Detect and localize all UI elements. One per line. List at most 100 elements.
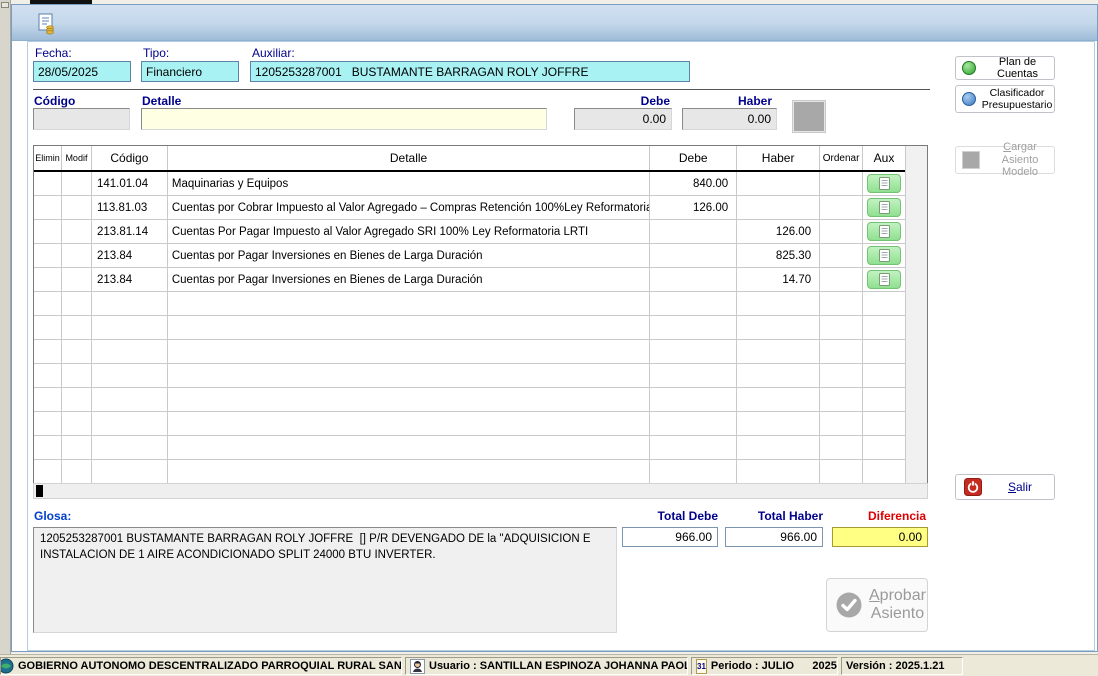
plan-de-cuentas-button[interactable]: Plan de Cuentas bbox=[955, 56, 1055, 80]
cell-ordenar[interactable] bbox=[820, 196, 863, 219]
entry-lines-table: Elimin Modif Código Detalle Debe Haber O… bbox=[33, 145, 928, 485]
cell-elimin[interactable] bbox=[34, 364, 62, 387]
header-debe: Debe bbox=[650, 146, 737, 170]
gray-square-icon bbox=[962, 151, 980, 169]
aux-detail-button[interactable] bbox=[867, 270, 901, 289]
cell-elimin[interactable] bbox=[34, 268, 62, 291]
cell-ordenar[interactable] bbox=[820, 172, 863, 195]
cell-elimin[interactable] bbox=[34, 292, 62, 315]
cell-codigo bbox=[92, 436, 168, 459]
cell-codigo bbox=[92, 364, 168, 387]
cell-debe bbox=[650, 220, 737, 243]
cell-detalle bbox=[168, 436, 650, 459]
diferencia-input[interactable] bbox=[832, 527, 928, 547]
new-entry-document-icon[interactable] bbox=[34, 11, 58, 40]
cell-ordenar[interactable] bbox=[820, 292, 863, 315]
glosa-textarea[interactable]: 1205253287001 BUSTAMANTE BARRAGAN ROLY J… bbox=[33, 527, 617, 633]
cell-modif[interactable] bbox=[62, 388, 92, 411]
cell-debe bbox=[650, 316, 737, 339]
table-horizontal-scrollbar[interactable] bbox=[33, 483, 928, 499]
table-row[interactable] bbox=[34, 292, 905, 316]
aux-detail-button[interactable] bbox=[867, 174, 901, 193]
cell-modif[interactable] bbox=[62, 172, 92, 195]
cell-ordenar[interactable] bbox=[820, 340, 863, 363]
cell-modif[interactable] bbox=[62, 316, 92, 339]
cell-ordenar[interactable] bbox=[820, 268, 863, 291]
table-row[interactable] bbox=[34, 316, 905, 340]
table-row[interactable]: 113.81.03 Cuentas por Cobrar Impuesto al… bbox=[34, 196, 905, 220]
cell-detalle bbox=[168, 412, 650, 435]
cell-elimin[interactable] bbox=[34, 220, 62, 243]
table-row[interactable]: 213.84 Cuentas por Pagar Inversiones en … bbox=[34, 268, 905, 292]
cell-elimin[interactable] bbox=[34, 436, 62, 459]
total-debe-input[interactable] bbox=[622, 527, 718, 547]
cell-modif[interactable] bbox=[62, 268, 92, 291]
cell-elimin[interactable] bbox=[34, 388, 62, 411]
cell-modif[interactable] bbox=[62, 412, 92, 435]
cell-modif[interactable] bbox=[62, 364, 92, 387]
debe-input[interactable] bbox=[574, 108, 672, 130]
cell-ordenar[interactable] bbox=[820, 316, 863, 339]
salir-button[interactable]: Salir bbox=[955, 474, 1055, 500]
haber-input[interactable] bbox=[682, 108, 777, 130]
cell-modif[interactable] bbox=[62, 460, 92, 483]
aux-detail-button[interactable] bbox=[867, 198, 901, 217]
add-line-button[interactable] bbox=[792, 100, 826, 133]
tipo-input[interactable] bbox=[141, 61, 239, 82]
period-text: Periodo : JULIO 2025 bbox=[711, 660, 837, 672]
version-text: Versión : 2025.1.21 bbox=[846, 660, 944, 672]
cell-elimin[interactable] bbox=[34, 196, 62, 219]
aprobar-asiento-button[interactable]: Aprobar Asiento bbox=[826, 578, 928, 632]
green-sphere-icon bbox=[962, 61, 976, 75]
cell-ordenar[interactable] bbox=[820, 460, 863, 483]
total-haber-input[interactable] bbox=[725, 527, 823, 547]
codigo-input[interactable] bbox=[33, 108, 130, 130]
cell-ordenar[interactable] bbox=[820, 412, 863, 435]
cell-elimin[interactable] bbox=[34, 244, 62, 267]
table-row[interactable]: 213.81.14 Cuentas Por Pagar Impuesto al … bbox=[34, 220, 905, 244]
auxiliar-input[interactable] bbox=[250, 61, 690, 82]
table-row[interactable] bbox=[34, 364, 905, 388]
cell-ordenar[interactable] bbox=[820, 220, 863, 243]
cell-ordenar[interactable] bbox=[820, 244, 863, 267]
cell-ordenar[interactable] bbox=[820, 364, 863, 387]
cell-elimin[interactable] bbox=[34, 172, 62, 195]
cell-elimin[interactable] bbox=[34, 316, 62, 339]
table-row[interactable]: 213.84 Cuentas por Pagar Inversiones en … bbox=[34, 244, 905, 268]
cell-modif[interactable] bbox=[62, 196, 92, 219]
cell-modif[interactable] bbox=[62, 436, 92, 459]
cell-ordenar[interactable] bbox=[820, 388, 863, 411]
cell-ordenar[interactable] bbox=[820, 436, 863, 459]
cell-debe: 126.00 bbox=[650, 196, 737, 219]
table-row[interactable] bbox=[34, 436, 905, 460]
collapsed-window-control[interactable] bbox=[1, 2, 9, 8]
fecha-input[interactable] bbox=[33, 61, 131, 82]
detalle-input[interactable] bbox=[141, 108, 547, 130]
cell-codigo bbox=[92, 388, 168, 411]
table-vertical-scrollbar[interactable] bbox=[905, 146, 927, 484]
table-row[interactable] bbox=[34, 340, 905, 364]
scrollbar-thumb[interactable] bbox=[36, 485, 43, 497]
cell-codigo: 213.84 bbox=[92, 244, 168, 267]
cell-modif[interactable] bbox=[62, 244, 92, 267]
cell-codigo bbox=[92, 412, 168, 435]
aprobar-label-line1: Aprobar bbox=[869, 587, 926, 605]
clasificador-presupuestario-button[interactable]: Clasificador Presupuestario bbox=[955, 85, 1055, 113]
table-row[interactable] bbox=[34, 460, 905, 484]
aux-detail-button[interactable] bbox=[867, 222, 901, 241]
cell-modif[interactable] bbox=[62, 220, 92, 243]
table-row[interactable]: 141.01.04 Maquinarias y Equipos 840.00 bbox=[34, 172, 905, 196]
cell-elimin[interactable] bbox=[34, 460, 62, 483]
aux-detail-button[interactable] bbox=[867, 246, 901, 265]
cell-elimin[interactable] bbox=[34, 412, 62, 435]
cell-elimin[interactable] bbox=[34, 340, 62, 363]
cell-detalle bbox=[168, 316, 650, 339]
table-row[interactable] bbox=[34, 388, 905, 412]
cell-modif[interactable] bbox=[62, 292, 92, 315]
aprobar-label-line2: Asiento bbox=[869, 605, 926, 623]
table-row[interactable] bbox=[34, 412, 905, 436]
total-debe-label: Total Debe bbox=[622, 509, 718, 523]
detalle-label: Detalle bbox=[142, 94, 181, 108]
cargar-asiento-modelo-button[interactable]: Cargar Asiento Modelo bbox=[955, 146, 1055, 174]
cell-modif[interactable] bbox=[62, 340, 92, 363]
